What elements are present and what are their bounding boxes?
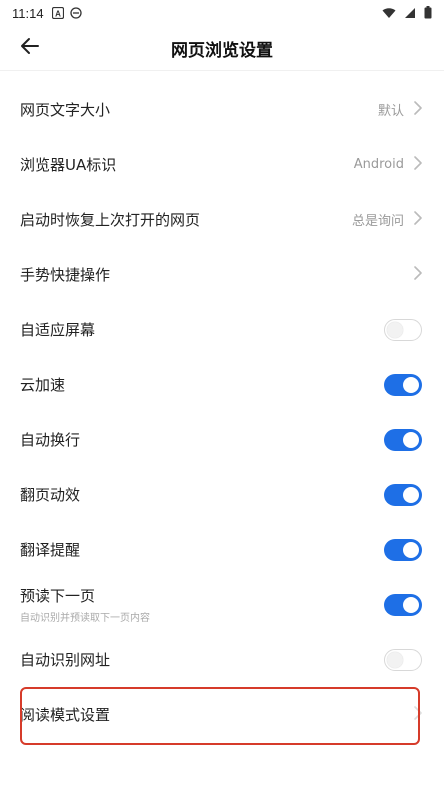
status-time: 11:14 xyxy=(12,5,44,21)
toggle-translation-reminder[interactable] xyxy=(384,538,422,561)
setting-label: 浏览器UA标识 xyxy=(20,156,117,174)
sync-icon xyxy=(69,4,82,23)
back-arrow-icon xyxy=(20,37,40,59)
a-badge-icon: A xyxy=(51,4,64,23)
setting-value: Android xyxy=(353,157,404,172)
setting-word-wrap: 自动换行 xyxy=(0,412,444,467)
setting-label: 翻页动效 xyxy=(20,486,81,504)
chevron-right-icon xyxy=(412,100,424,119)
setting-label: 预读下一页 xyxy=(20,587,96,605)
wifi-icon xyxy=(382,4,396,23)
setting-gesture-shortcuts[interactable]: 手势快捷操作 xyxy=(0,247,444,302)
setting-label: 自动识别网址 xyxy=(20,651,111,669)
chevron-right-icon xyxy=(412,155,424,174)
setting-label: 网页文字大小 xyxy=(20,101,111,119)
setting-label: 启动时恢复上次打开的网页 xyxy=(20,211,201,229)
toggle-word-wrap[interactable] xyxy=(384,428,422,451)
setting-value: 默认 xyxy=(377,104,404,119)
toggle-adaptive-screen[interactable] xyxy=(384,318,422,341)
setting-font-size[interactable]: 网页文字大小 默认 xyxy=(0,82,444,137)
settings-list: 网页文字大小 默认 浏览器UA标识 Android 启动时恢复上次打开的网页 总… xyxy=(0,82,444,742)
setting-label: 自动换行 xyxy=(20,431,81,449)
toggle-page-animation[interactable] xyxy=(384,483,422,506)
setting-adaptive-screen: 自适应屏幕 xyxy=(0,302,444,357)
chevron-right-icon xyxy=(412,210,424,229)
setting-preload-next-page: 预读下一页 自动识别并预读取下一页内容 xyxy=(0,577,444,632)
setting-auto-detect-url: 自动识别网址 xyxy=(0,632,444,687)
setting-ua-identifier[interactable]: 浏览器UA标识 Android xyxy=(0,137,444,192)
setting-value: 总是询问 xyxy=(351,214,404,229)
setting-label: 手势快捷操作 xyxy=(20,266,111,284)
toggle-cloud-acceleration[interactable] xyxy=(384,373,422,396)
page-title: 网页浏览设置 xyxy=(171,40,273,61)
back-button[interactable] xyxy=(14,32,46,64)
header-divider xyxy=(0,70,444,71)
setting-label: 自适应屏幕 xyxy=(20,321,96,339)
setting-translation-reminder: 翻译提醒 xyxy=(0,522,444,577)
chevron-right-icon xyxy=(412,265,424,284)
toggle-auto-detect-url[interactable] xyxy=(384,648,422,671)
setting-label: 云加速 xyxy=(20,376,66,394)
setting-label: 翻译提醒 xyxy=(20,541,81,559)
highlight-box xyxy=(20,687,420,745)
status-right-icons xyxy=(382,4,432,23)
title-bar: 网页浏览设置 xyxy=(0,26,444,70)
setting-sublabel: 自动识别并预读取下一页内容 xyxy=(20,613,150,624)
svg-text:A: A xyxy=(55,9,61,18)
setting-cloud-acceleration: 云加速 xyxy=(0,357,444,412)
battery-icon xyxy=(424,4,432,23)
status-left-icons: A xyxy=(51,4,82,23)
toggle-preload-next-page[interactable] xyxy=(384,593,422,616)
setting-restore-pages[interactable]: 启动时恢复上次打开的网页 总是询问 xyxy=(0,192,444,247)
signal-icon xyxy=(404,4,416,23)
status-bar: 11:14 A xyxy=(0,0,444,26)
setting-page-animation: 翻页动效 xyxy=(0,467,444,522)
